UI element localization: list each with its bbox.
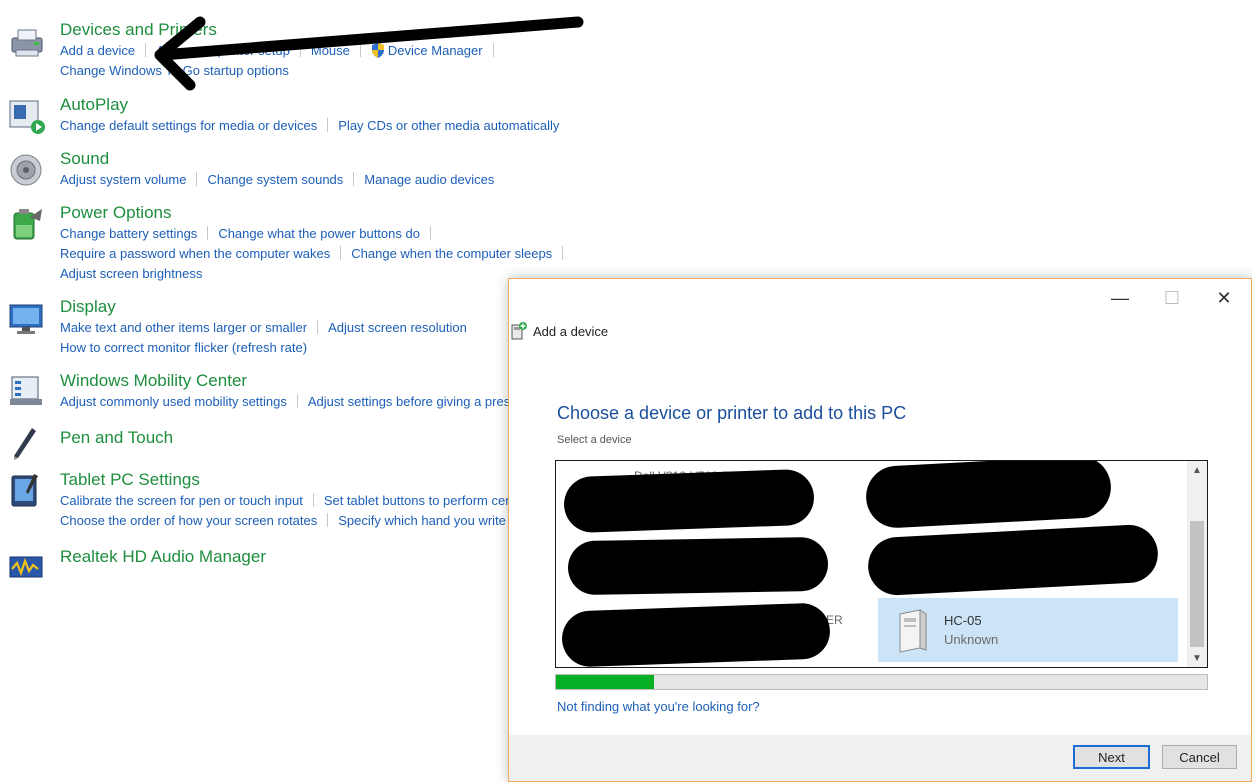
separator — [340, 246, 342, 260]
device-list[interactable]: Dell V310-V510 Series on ER HC-05 Unknow… — [555, 460, 1208, 668]
dialog-window-title: Add a device — [533, 323, 609, 339]
pen-icon — [14, 428, 36, 460]
cancel-button[interactable]: Cancel — [1162, 745, 1237, 769]
separator — [145, 43, 147, 57]
mobility-icon — [10, 376, 42, 405]
dialog-heading: Choose a device or printer to add to thi… — [557, 403, 907, 423]
category-title[interactable]: AutoPlay — [60, 95, 128, 115]
battery-icon — [13, 209, 42, 240]
separator — [429, 226, 431, 240]
category-title[interactable]: Display — [60, 297, 116, 317]
scroll-up-button[interactable]: ▲ — [1187, 461, 1207, 479]
dialog-subheading: Select a device — [557, 434, 632, 446]
not-finding-link[interactable]: Not finding what you're looking for? — [557, 699, 760, 714]
separator — [492, 43, 494, 57]
advanced-printer-setup-link[interactable]: Advanced printer setup — [156, 43, 290, 58]
adjust-system-volume-link[interactable]: Adjust system volume — [60, 172, 186, 187]
device-list-scrollbar[interactable]: ▲ ▼ — [1187, 461, 1207, 667]
mouse-link[interactable]: Mouse — [311, 43, 350, 58]
category-title[interactable]: Power Options — [60, 203, 172, 223]
change-battery-settings-link[interactable]: Change battery settings — [60, 226, 197, 241]
monitor-icon — [9, 304, 43, 334]
dialog-header: Add a device — [511, 321, 608, 341]
monitor-flicker-link[interactable]: How to correct monitor flicker (refresh … — [60, 340, 307, 355]
windows-to-go-link[interactable]: Change Windows To Go startup options — [60, 63, 289, 78]
redacted-device — [563, 468, 815, 534]
category-title[interactable]: Sound — [60, 149, 109, 169]
separator — [196, 172, 198, 186]
redacted-device — [864, 461, 1113, 530]
separator — [562, 246, 564, 260]
scroll-thumb[interactable] — [1190, 521, 1204, 647]
add-device-dialog: — ☐ ✕ Add a device Choose a device or pr… — [508, 278, 1252, 782]
device-status: Unknown — [944, 632, 999, 647]
add-device-icon — [511, 322, 527, 340]
make-text-larger-link[interactable]: Make text and other items larger or smal… — [60, 320, 307, 335]
change-power-buttons-link[interactable]: Change what the power buttons do — [218, 226, 420, 241]
separator — [327, 513, 329, 527]
shield-icon — [371, 43, 384, 58]
category-title[interactable]: Devices and Printers — [60, 20, 217, 40]
speaker-icon — [10, 154, 42, 186]
scroll-down-button[interactable]: ▼ — [1187, 649, 1207, 667]
screen-rotation-order-link[interactable]: Choose the order of how your screen rota… — [60, 513, 317, 528]
separator — [359, 43, 361, 57]
separator — [353, 172, 355, 186]
separator — [317, 320, 319, 334]
progress-fill — [556, 675, 654, 689]
separator — [327, 118, 329, 132]
require-password-on-wake-link[interactable]: Require a password when the computer wak… — [60, 246, 330, 261]
maximize-button[interactable]: ☐ — [1149, 285, 1195, 311]
category-title[interactable]: Tablet PC Settings — [60, 470, 200, 490]
change-sleep-time-link[interactable]: Change when the computer sleeps — [351, 246, 552, 261]
separator — [296, 394, 298, 408]
autoplay-icon — [9, 100, 45, 134]
separator — [312, 493, 314, 507]
device-tower-icon — [899, 609, 927, 653]
separator — [207, 226, 209, 240]
redacted-device — [567, 536, 829, 596]
manage-audio-devices-link[interactable]: Manage audio devices — [364, 172, 494, 187]
category-title[interactable]: Pen and Touch — [60, 428, 173, 448]
add-a-device-link[interactable]: Add a device — [60, 43, 135, 58]
dialog-footer: Next Cancel — [509, 735, 1251, 781]
search-progress-bar — [555, 674, 1208, 690]
close-button[interactable]: ✕ — [1201, 285, 1247, 311]
adjust-mobility-settings-link[interactable]: Adjust commonly used mobility settings — [60, 394, 287, 409]
redacted-device — [561, 602, 831, 667]
calibrate-screen-link[interactable]: Calibrate the screen for pen or touch in… — [60, 493, 303, 508]
tablet-icon — [11, 474, 38, 507]
adjust-screen-resolution-link[interactable]: Adjust screen resolution — [328, 320, 467, 335]
realtek-audio-icon — [9, 556, 43, 578]
category-title[interactable]: Realtek HD Audio Manager — [60, 547, 266, 567]
minimize-button[interactable]: — — [1097, 285, 1143, 311]
next-button[interactable]: Next — [1073, 745, 1150, 769]
separator — [299, 43, 301, 57]
device-manager-link[interactable]: Device Manager — [371, 43, 483, 58]
category-title[interactable]: Windows Mobility Center — [60, 371, 247, 391]
play-cds-link[interactable]: Play CDs or other media automatically — [338, 118, 559, 133]
device-name: HC-05 — [944, 613, 982, 628]
device-manager-label: Device Manager — [387, 43, 483, 58]
specify-writing-hand-link[interactable]: Specify which hand you write with — [338, 513, 532, 528]
redacted-device — [866, 523, 1160, 597]
printer-icon — [11, 29, 43, 57]
adjust-screen-brightness-link[interactable]: Adjust screen brightness — [60, 266, 202, 281]
change-system-sounds-link[interactable]: Change system sounds — [207, 172, 343, 187]
change-default-media-settings-link[interactable]: Change default settings for media or dev… — [60, 118, 317, 133]
